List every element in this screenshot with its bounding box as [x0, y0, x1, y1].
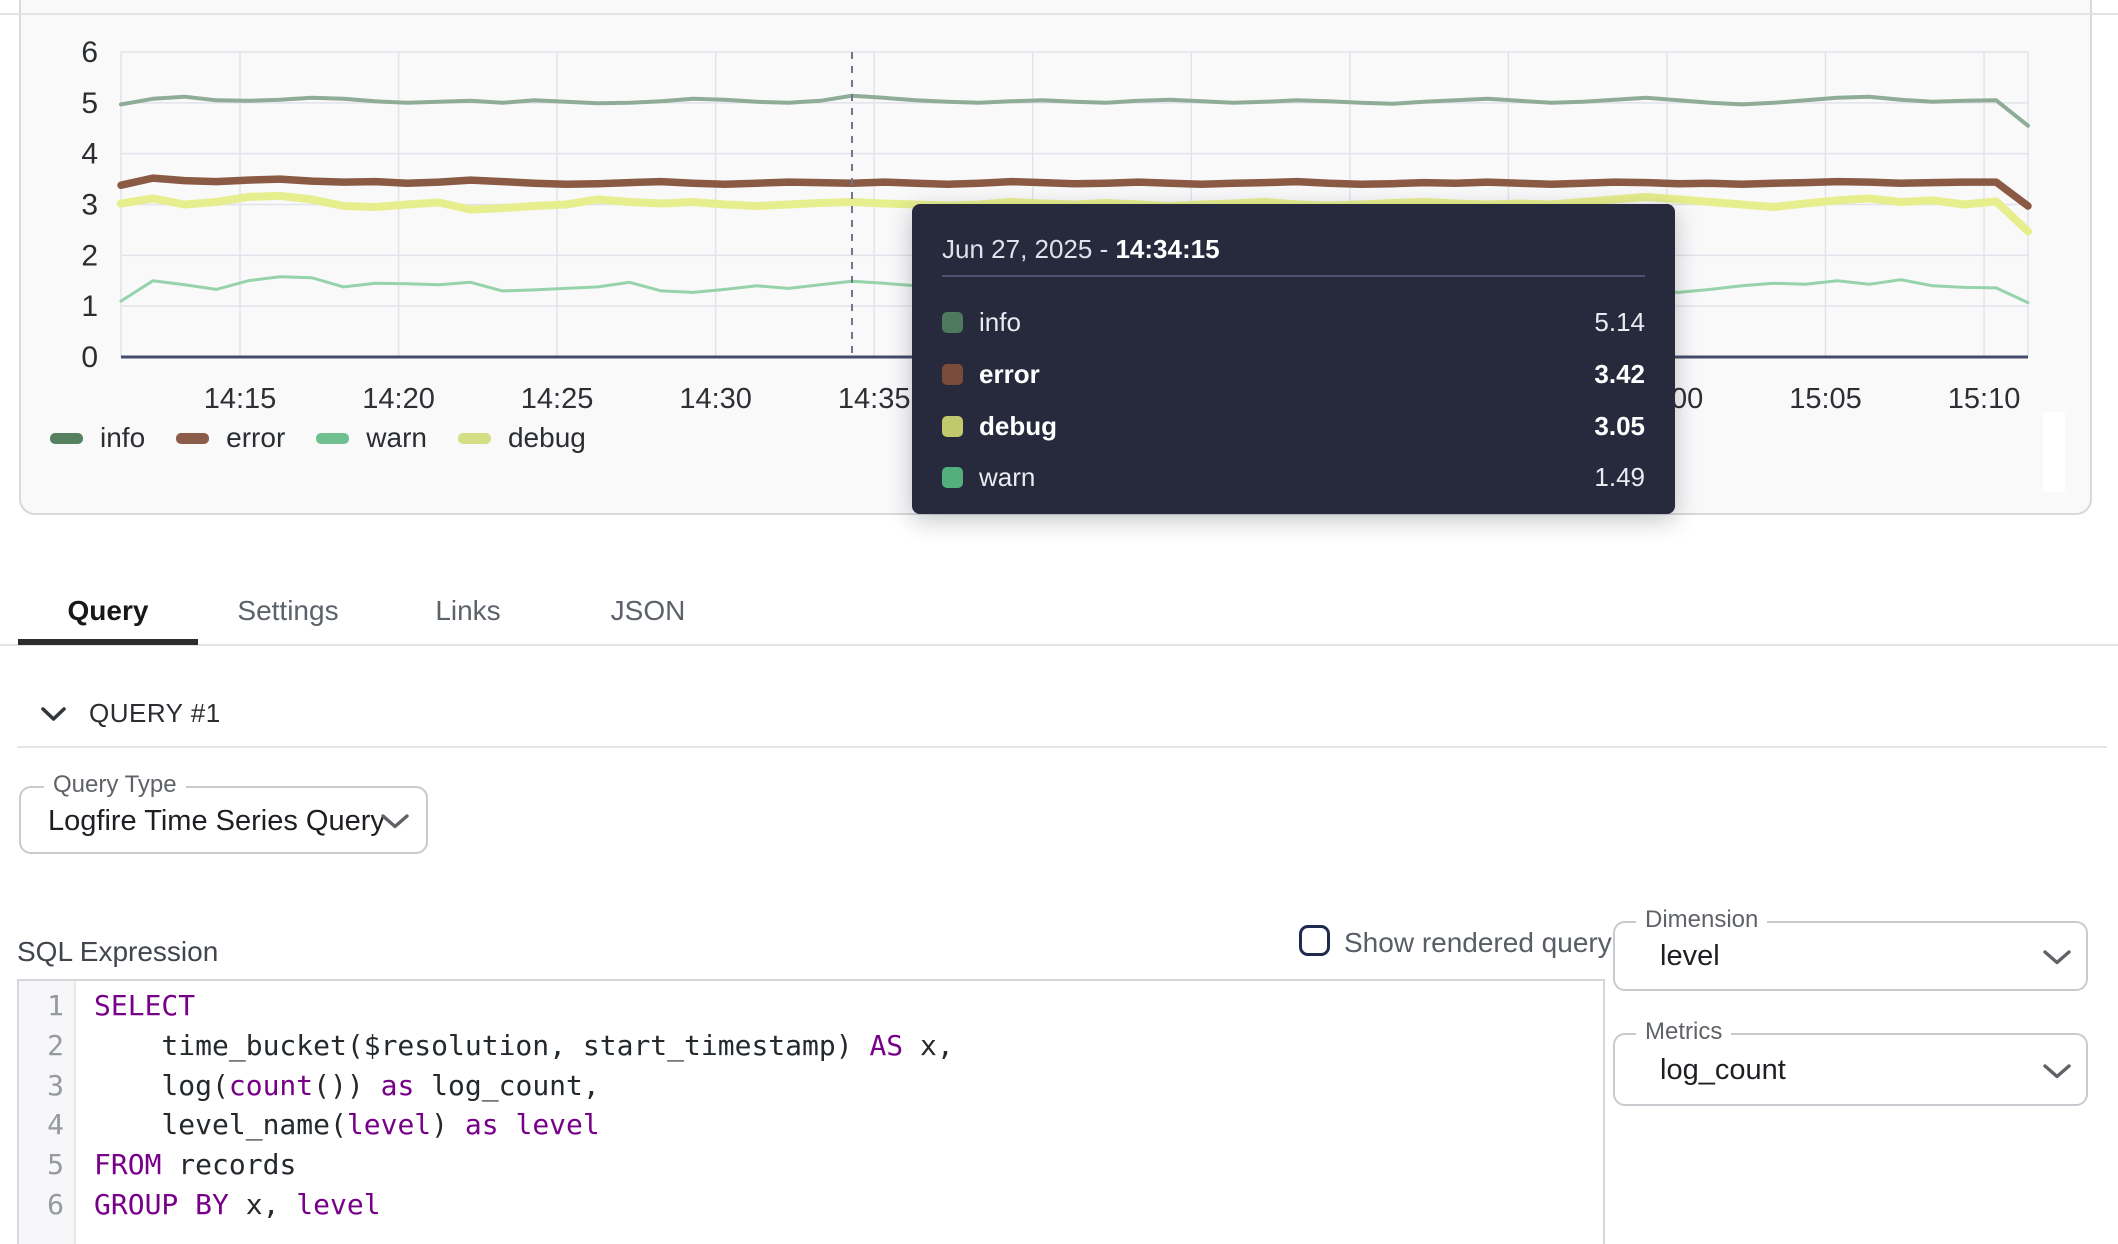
tooltip-row-info: info5.14 [942, 297, 1645, 349]
tab-links[interactable]: Links [378, 582, 558, 640]
query-section-title: QUERY #1 [89, 698, 221, 729]
series-line-info [121, 96, 2028, 126]
series-swatch-icon [942, 467, 963, 488]
tooltip-row-warn: warn1.49 [942, 452, 1645, 504]
editor-code-lines: 1SELECT2 time_bucket($resolution, start_… [19, 986, 1603, 1224]
chevron-down-icon[interactable] [40, 706, 67, 722]
y-axis-tick-label: 6 [81, 36, 98, 69]
dimension-value: level [1660, 940, 1720, 973]
line-number: 2 [19, 1029, 76, 1062]
series-name: warn [979, 462, 1594, 493]
tooltip-row-error: error3.42 [942, 349, 1645, 401]
chevron-down-icon [2042, 1063, 2072, 1085]
line-number: 1 [19, 989, 76, 1022]
line-number: 3 [19, 1069, 76, 1102]
y-axis-tick-label: 3 [81, 189, 98, 222]
series-swatch-icon [942, 416, 963, 437]
series-value: 3.05 [1594, 411, 1645, 442]
tooltip-row-debug: debug3.05 [942, 400, 1645, 452]
series-name: error [979, 359, 1594, 390]
legend-item-error[interactable]: error [176, 422, 285, 454]
code-line: 5FROM records [19, 1145, 1603, 1185]
tabs-divider [0, 644, 2118, 646]
series-value: 5.14 [1594, 307, 1645, 338]
query-type-label: Query Type [44, 772, 186, 798]
active-tab-underline [18, 639, 198, 645]
show-rendered-query-label[interactable]: Show rendered query [1344, 927, 1612, 959]
y-axis-tick-label: 5 [81, 87, 98, 120]
code-line: 3 log(count()) as log_count, [19, 1065, 1603, 1105]
tab-settings[interactable]: Settings [198, 582, 378, 640]
tooltip-series-list: info5.14error3.42debug3.05warn1.49 [942, 297, 1645, 504]
chart-legend: info error warn debug [50, 422, 586, 454]
sql-expression-label: SQL Expression [17, 936, 218, 968]
query-type-value: Logfire Time Series Query [48, 805, 385, 838]
x-axis-tick-label: 14:35 [838, 383, 911, 415]
x-axis-tick-label: 14:15 [204, 383, 277, 415]
series-value: 3.42 [1594, 359, 1645, 390]
code-line: 2 time_bucket($resolution, start_timesta… [19, 1026, 1603, 1066]
code-text: SELECT [76, 989, 195, 1022]
tab-query[interactable]: Query [18, 582, 198, 640]
sql-code-editor[interactable]: 1SELECT2 time_bucket($resolution, start_… [17, 979, 1605, 1244]
legend-label: error [226, 422, 285, 454]
query-section-header[interactable]: QUERY #1 [40, 698, 221, 729]
series-swatch-icon [942, 364, 963, 385]
legend-swatch-icon [458, 433, 491, 444]
y-axis-tick-label: 4 [81, 138, 98, 171]
x-axis-tick-label: 14:20 [362, 383, 435, 415]
tooltip-timestamp: Jun 27, 2025 - 14:34:15 [942, 234, 1220, 265]
legend-label: warn [366, 422, 427, 454]
line-number: 6 [19, 1188, 76, 1221]
y-axis-tick-label: 0 [81, 341, 98, 374]
code-text: GROUP BY x, level [76, 1188, 381, 1221]
code-line: 6GROUP BY x, level [19, 1184, 1603, 1224]
code-text: FROM records [76, 1148, 296, 1181]
tab-json[interactable]: JSON [558, 582, 738, 640]
code-text: time_bucket($resolution, start_timestamp… [76, 1029, 954, 1062]
panel-editor-tabs: QuerySettingsLinksJSON [18, 582, 738, 640]
tooltip-divider [942, 275, 1645, 277]
series-swatch-icon [942, 312, 963, 333]
metrics-label: Metrics [1636, 1019, 1731, 1045]
line-number: 4 [19, 1108, 76, 1141]
code-text: log(count()) as log_count, [76, 1069, 600, 1102]
series-name: info [979, 307, 1594, 338]
legend-swatch-icon [316, 433, 349, 444]
tooltip-time: 14:34:15 [1115, 234, 1219, 264]
x-axis-tick-label: 14:30 [679, 383, 752, 415]
code-line: 4 level_name(level) as level [19, 1105, 1603, 1145]
legend-swatch-icon [176, 433, 209, 444]
line-number: 5 [19, 1148, 76, 1181]
code-text: level_name(level) as level [76, 1108, 600, 1141]
legend-label: debug [508, 422, 586, 454]
series-name: debug [979, 411, 1594, 442]
series-value: 1.49 [1594, 462, 1645, 493]
y-axis-tick-label: 1 [81, 290, 98, 323]
chart-tooltip: Jun 27, 2025 - 14:34:15 info5.14error3.4… [912, 204, 1675, 514]
x-axis-tick-label: 15:05 [1789, 383, 1862, 415]
dimension-label: Dimension [1636, 907, 1767, 933]
x-axis-tick-label: 14:25 [521, 383, 594, 415]
query-section-divider [17, 746, 2107, 748]
legend-label: info [100, 422, 145, 454]
metrics-value: log_count [1660, 1054, 1786, 1087]
x-axis-tick-label: 15:10 [1948, 383, 2021, 415]
legend-item-debug[interactable]: debug [458, 422, 586, 454]
legend-swatch-icon [50, 433, 83, 444]
code-line: 1SELECT [19, 986, 1603, 1026]
chevron-down-icon [2042, 949, 2072, 971]
scrollbar-thumb[interactable] [2043, 412, 2065, 492]
legend-item-warn[interactable]: warn [316, 422, 427, 454]
show-rendered-query-checkbox[interactable] [1299, 925, 1330, 956]
legend-item-info[interactable]: info [50, 422, 145, 454]
tooltip-date: Jun 27, 2025 - [942, 234, 1115, 264]
chevron-down-icon [380, 813, 410, 835]
y-axis-tick-label: 2 [81, 239, 98, 272]
